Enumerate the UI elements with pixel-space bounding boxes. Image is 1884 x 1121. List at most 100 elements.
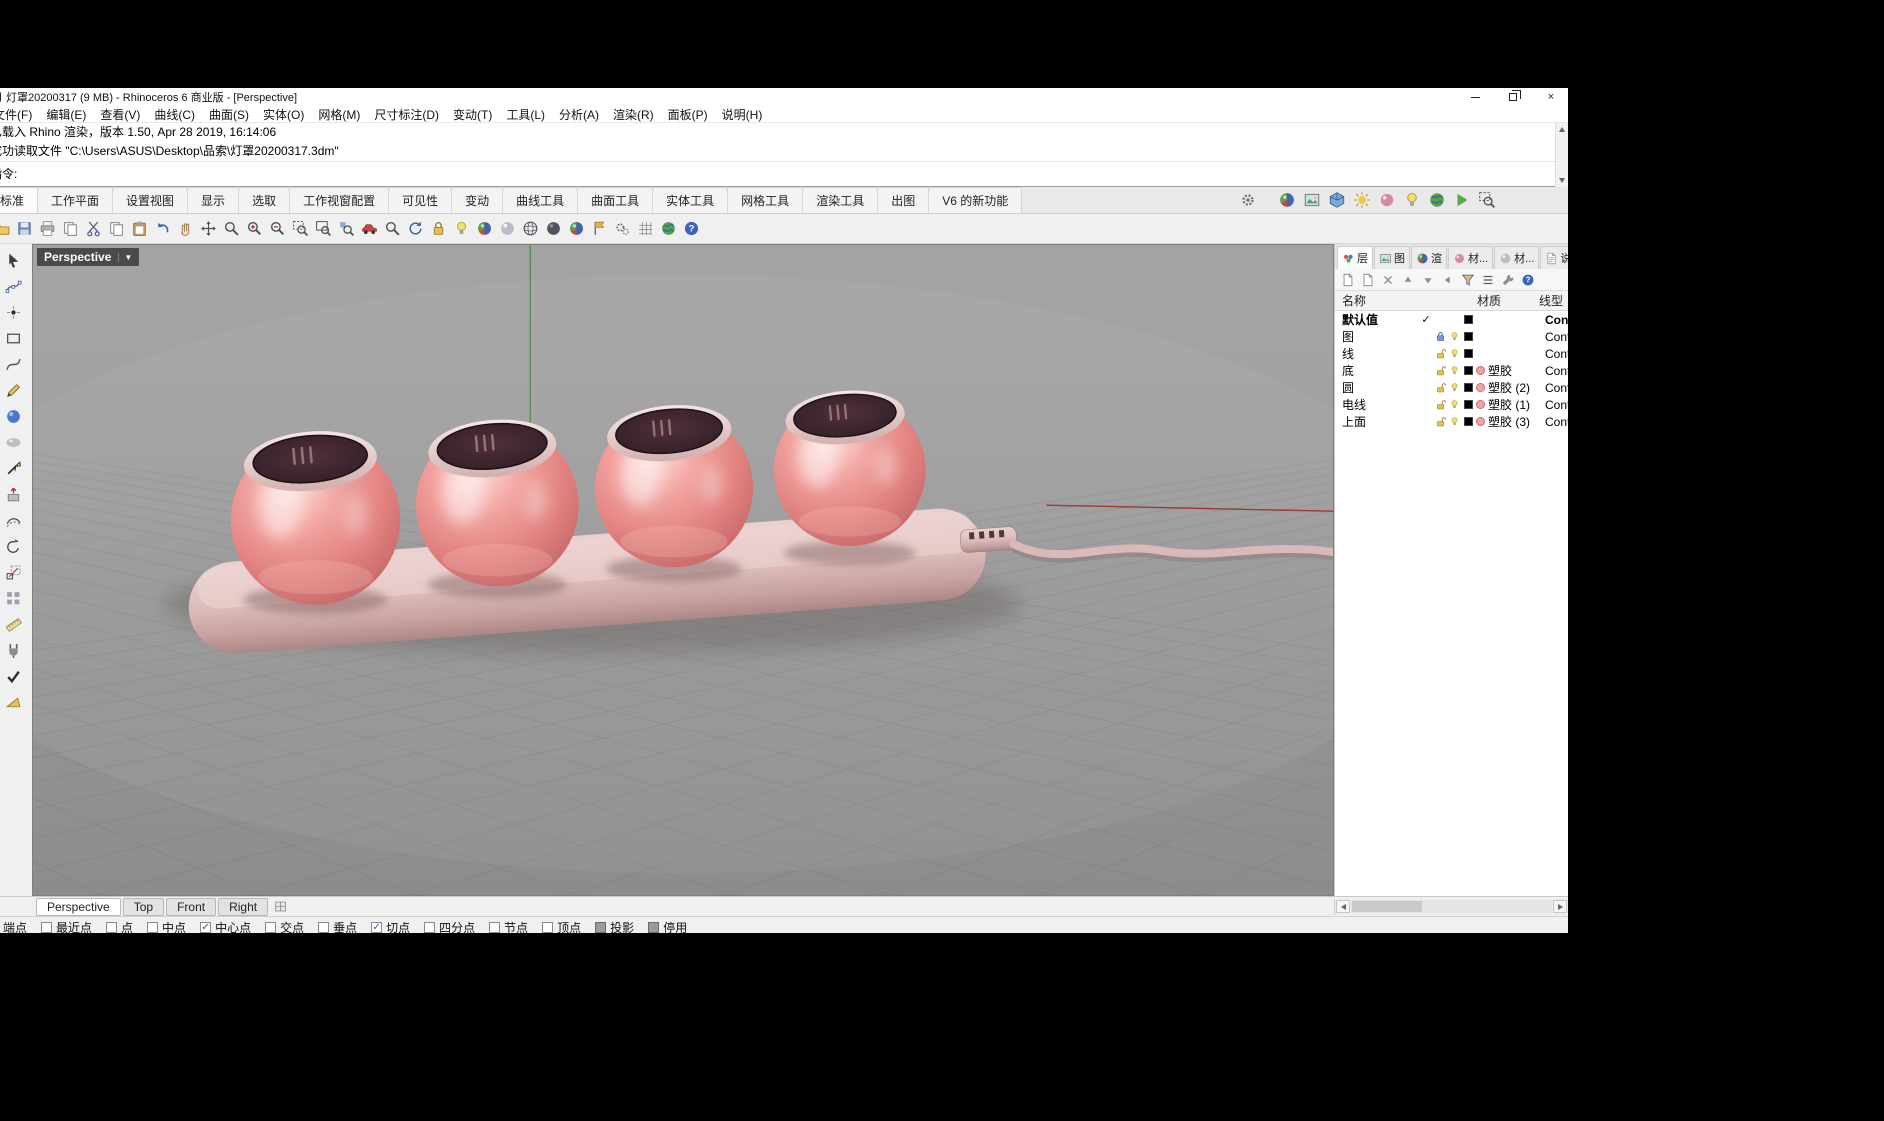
check-tool-icon[interactable] <box>1 664 25 688</box>
bulb-icon[interactable] <box>1447 382 1461 393</box>
osnap-checkbox[interactable] <box>648 922 659 933</box>
sketch-tool-icon[interactable] <box>1 378 25 402</box>
raytrace-ball-icon[interactable] <box>565 217 588 240</box>
view-tab-front[interactable]: Front <box>166 898 216 916</box>
cut-icon[interactable] <box>82 217 105 240</box>
scroll-right-icon[interactable] <box>1553 900 1567 913</box>
sphere-tool-icon[interactable] <box>1 404 25 428</box>
osnap-checkbox[interactable] <box>106 922 117 933</box>
osnap-item[interactable]: 点 <box>106 919 133 933</box>
bulb-icon[interactable] <box>1447 416 1461 427</box>
panel-help-icon[interactable]: ? <box>1518 270 1537 289</box>
details-icon[interactable] <box>1478 270 1497 289</box>
menu-item-11[interactable]: 渲染(R) <box>606 106 661 123</box>
osnap-checkbox[interactable] <box>265 922 276 933</box>
perspective-viewport[interactable]: Perspective ▼ <box>32 244 1334 896</box>
osnap-checkbox[interactable] <box>41 922 52 933</box>
close-button[interactable]: × <box>1544 90 1558 104</box>
menu-item-0[interactable]: 文件(F) <box>0 106 39 123</box>
render-ball-icon[interactable] <box>1275 188 1298 211</box>
undo-icon[interactable] <box>151 217 174 240</box>
osnap-item[interactable]: 中点 <box>147 919 186 933</box>
gear-icon[interactable] <box>1236 188 1259 211</box>
toolbar-tab-7[interactable]: 变动 <box>451 187 503 213</box>
lock-icon[interactable] <box>427 217 450 240</box>
bulb-icon[interactable] <box>1447 331 1461 342</box>
flag-icon[interactable] <box>588 217 611 240</box>
shaded-ball-icon[interactable] <box>496 217 519 240</box>
toolbar-tab-6[interactable]: 可见性 <box>388 187 452 213</box>
osnap-item[interactable]: 停用 <box>648 919 687 933</box>
help-icon[interactable]: ? <box>680 217 703 240</box>
settings-icon[interactable] <box>1498 270 1517 289</box>
panel-horizontal-scrollbar[interactable] <box>1334 899 1568 915</box>
toolbar-tab-2[interactable]: 设置视图 <box>112 187 188 213</box>
osnap-checkbox[interactable] <box>595 922 606 933</box>
menu-item-1[interactable]: 编辑(E) <box>39 106 93 123</box>
layer-row[interactable]: 圆塑胶 (2)Cont <box>1335 379 1568 396</box>
layer-color-swatch[interactable] <box>1464 400 1473 409</box>
scroll-thumb[interactable] <box>1352 901 1422 912</box>
zoom-target-icon[interactable] <box>381 217 404 240</box>
wireframe-ball-icon[interactable] <box>519 217 542 240</box>
osnap-checkbox[interactable] <box>542 922 553 933</box>
toolbar-tab-5[interactable]: 工作视窗配置 <box>289 187 389 213</box>
toolbar-tab-13[interactable]: 出图 <box>877 187 929 213</box>
menu-item-13[interactable]: 说明(H) <box>715 106 770 123</box>
menu-item-8[interactable]: 变动(T) <box>446 106 499 123</box>
pull-arrow-tool-icon[interactable] <box>1 456 25 480</box>
extrude-tool-icon[interactable] <box>1 482 25 506</box>
layer-color-swatch[interactable] <box>1464 417 1473 426</box>
light-icon[interactable] <box>1400 188 1423 211</box>
viewport-layout-icon[interactable] <box>270 899 290 915</box>
minimize-button[interactable] <box>1468 90 1482 104</box>
env-icon[interactable] <box>1425 188 1448 211</box>
ellipsoid-tool-icon[interactable] <box>1 430 25 454</box>
osnap-item[interactable]: 最近点 <box>41 919 92 933</box>
bulb-icon[interactable] <box>1447 348 1461 359</box>
wedge-tool-icon[interactable] <box>1 690 25 714</box>
zoom-dynamic-icon[interactable] <box>220 217 243 240</box>
panel-tab-0[interactable]: 层 <box>1337 246 1373 269</box>
toolbar-tab-12[interactable]: 渲染工具 <box>802 187 878 213</box>
render-ball-icon[interactable] <box>473 217 496 240</box>
earth-icon[interactable] <box>657 217 680 240</box>
layer-row[interactable]: 线Cont <box>1335 345 1568 362</box>
layer-color-swatch[interactable] <box>1464 366 1473 375</box>
maximize-button[interactable] <box>1506 90 1520 104</box>
osnap-item[interactable]: 垂点 <box>318 919 357 933</box>
layer-row[interactable]: 图Cont <box>1335 328 1568 345</box>
new-layer-icon[interactable] <box>1338 270 1357 289</box>
scroll-left-icon[interactable] <box>1336 900 1350 913</box>
command-prompt[interactable]: 指令: <box>0 161 1568 187</box>
osnap-item[interactable]: ✓切点 <box>371 919 410 933</box>
layer-color-swatch[interactable] <box>1464 332 1473 341</box>
move-down-icon[interactable] <box>1418 270 1437 289</box>
paste-icon[interactable] <box>128 217 151 240</box>
viewport-title[interactable]: Perspective ▼ <box>37 248 139 266</box>
pan-icon[interactable] <box>174 217 197 240</box>
osnap-item[interactable]: 节点 <box>489 919 528 933</box>
view-tab-right[interactable]: Right <box>218 898 268 916</box>
array-tool-icon[interactable] <box>1 586 25 610</box>
zoom-render-icon[interactable] <box>1475 188 1498 211</box>
osnap-item[interactable]: ✓中心点 <box>200 919 251 933</box>
osnap-checkbox[interactable] <box>318 922 329 933</box>
delete-layer-icon[interactable] <box>1378 270 1397 289</box>
cube-icon[interactable] <box>1325 188 1348 211</box>
material-icon[interactable] <box>1375 188 1398 211</box>
osnap-item[interactable]: 交点 <box>265 919 304 933</box>
osnap-checkbox[interactable] <box>424 922 435 933</box>
collapse-icon[interactable] <box>1438 270 1457 289</box>
layer-row[interactable]: 上面塑胶 (3)Cont <box>1335 413 1568 430</box>
layer-color-swatch[interactable] <box>1464 349 1473 358</box>
layer-material[interactable]: 塑胶 (2) <box>1476 379 1545 396</box>
layer-material[interactable]: 塑胶 (1) <box>1476 396 1545 413</box>
panel-tab-1[interactable]: 图 <box>1374 246 1410 269</box>
toolbar-tab-9[interactable]: 曲面工具 <box>577 187 653 213</box>
bulb-icon[interactable] <box>1447 365 1461 376</box>
panel-tab-2[interactable]: 渲 <box>1411 246 1447 269</box>
photo-icon[interactable] <box>1300 188 1323 211</box>
osnap-checkbox[interactable] <box>147 922 158 933</box>
menu-item-6[interactable]: 网格(M) <box>311 106 367 123</box>
